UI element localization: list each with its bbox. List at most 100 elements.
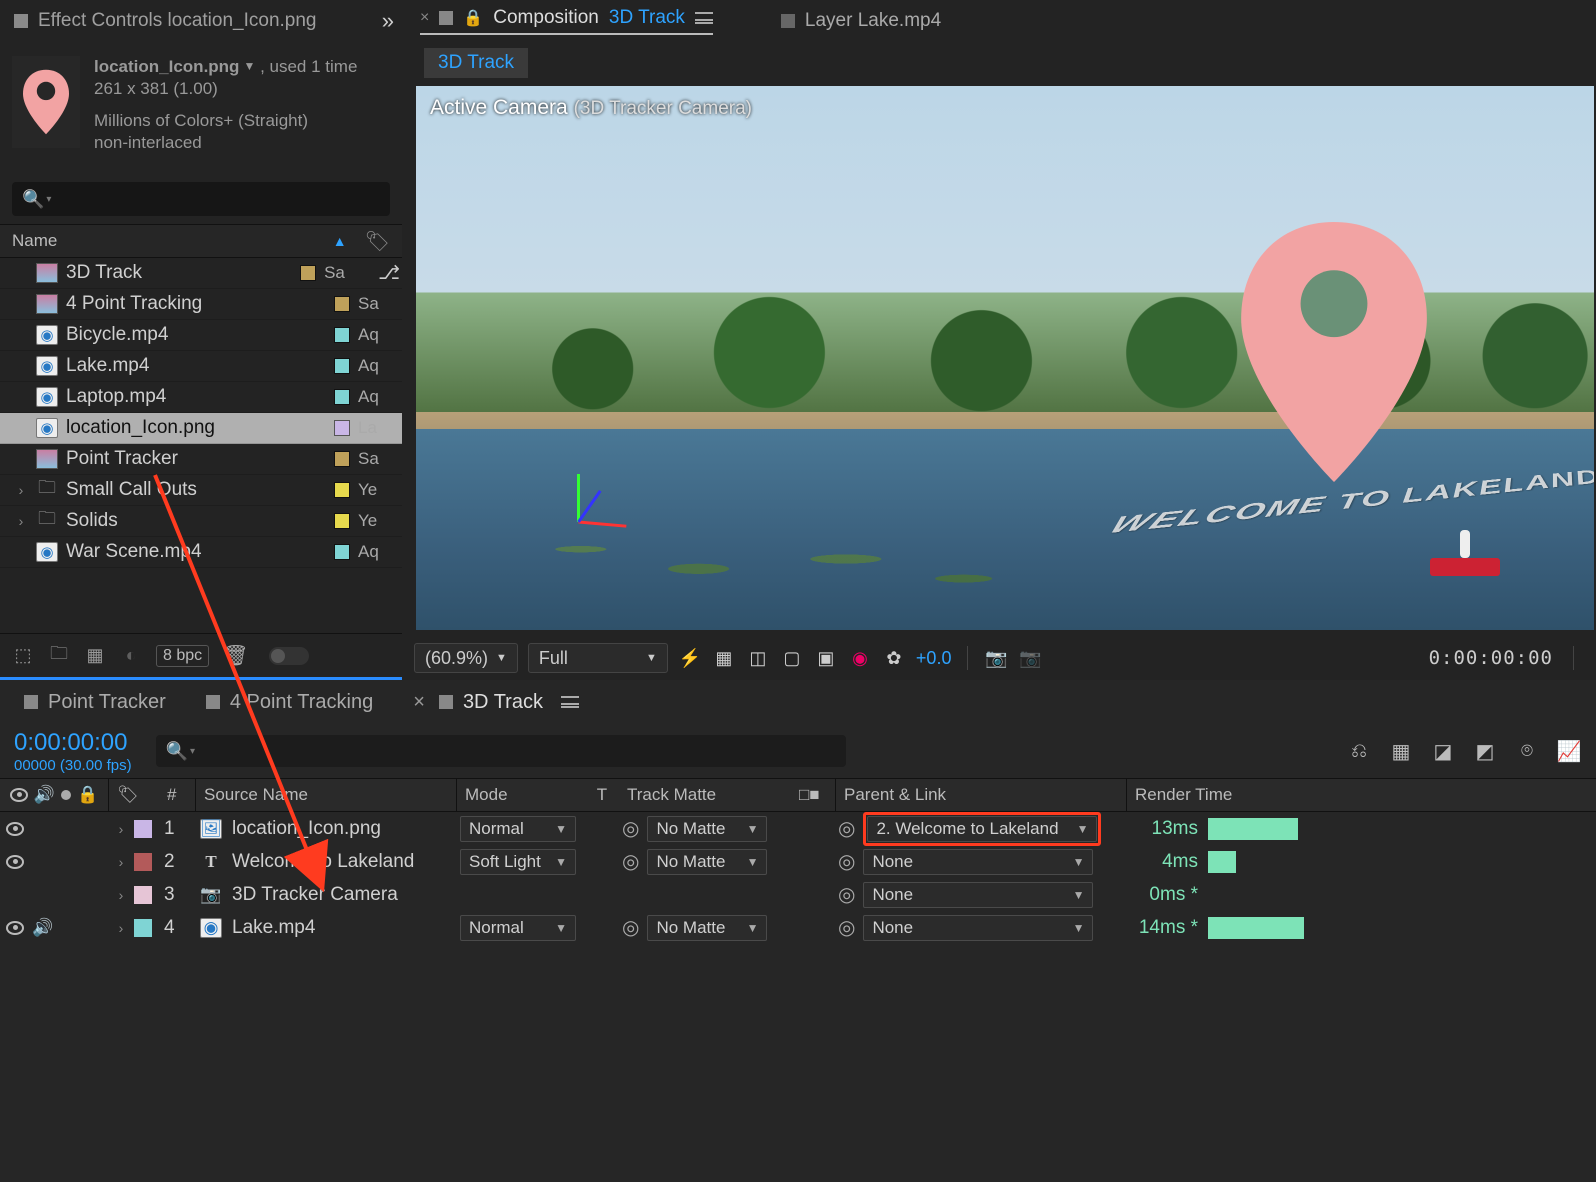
- exposure-value[interactable]: +0.0: [916, 648, 952, 669]
- 3d-axis-gizmo[interactable]: [557, 462, 627, 532]
- pickwhip-icon[interactable]: ◎: [622, 849, 639, 874]
- search-dropdown-icon[interactable]: ▾: [46, 194, 51, 205]
- parent-pickwhip-icon[interactable]: ◎: [838, 882, 855, 907]
- shy-layers-icon[interactable]: ◪: [1430, 739, 1456, 763]
- project-list-header[interactable]: Name ▲ 🏷: [0, 224, 402, 258]
- toggle-transparency-icon[interactable]: ⚡: [678, 647, 702, 669]
- expand-icon[interactable]: ›: [14, 513, 28, 529]
- label-color-swatch[interactable]: [334, 451, 350, 467]
- index-header[interactable]: #: [159, 785, 195, 805]
- project-item[interactable]: 3D TrackSa⎇: [0, 258, 402, 289]
- layer-row[interactable]: 🔊›4◉Lake.mp4Normal▼◎No Matte▼◎None▼14ms …: [0, 911, 1596, 944]
- twirl-icon[interactable]: ›: [114, 920, 128, 936]
- pickwhip-icon[interactable]: ◎: [622, 915, 639, 940]
- asset-name-dropdown-icon[interactable]: ▼: [243, 59, 255, 75]
- layer-row[interactable]: ›3📷3D Tracker Camera◎None▼0ms *: [0, 878, 1596, 911]
- search-dropdown-icon[interactable]: ▾: [190, 746, 195, 757]
- parent-pickwhip-icon[interactable]: ◎: [838, 915, 855, 940]
- av-header[interactable]: 🔊 🔒: [0, 785, 108, 805]
- zoom-select[interactable]: (60.9%)▼: [414, 643, 518, 673]
- preserve-transparency-header[interactable]: T: [585, 785, 619, 805]
- audio-toggle[interactable]: 🔊: [32, 918, 53, 938]
- trash-icon[interactable]: 🗑: [223, 643, 248, 668]
- twirl-icon[interactable]: ›: [114, 854, 128, 870]
- label-color-swatch[interactable]: [334, 389, 350, 405]
- timeline-search-input[interactable]: 🔍▾: [156, 735, 846, 767]
- project-item[interactable]: ◉Lake.mp4Aq: [0, 351, 402, 382]
- visibility-toggle[interactable]: [6, 855, 24, 869]
- project-item[interactable]: 4 Point TrackingSa: [0, 289, 402, 320]
- new-comp-icon[interactable]: ▦: [84, 646, 106, 666]
- project-search-input[interactable]: 🔍▾: [12, 182, 390, 216]
- project-item[interactable]: ◉War Scene.mp4Aq: [0, 537, 402, 568]
- flowchart-comp-button[interactable]: 3D Track: [424, 48, 528, 78]
- label-header[interactable]: 🏷: [109, 785, 159, 805]
- toggle-switch[interactable]: [269, 647, 309, 665]
- visibility-toggle[interactable]: [6, 921, 24, 935]
- label-color-swatch[interactable]: [334, 513, 350, 529]
- layer-label-color[interactable]: [134, 886, 152, 904]
- sort-direction-icon[interactable]: ▲: [333, 233, 347, 249]
- name-column-header[interactable]: Name: [12, 231, 57, 251]
- title-safe-icon[interactable]: ▣: [814, 647, 838, 669]
- show-snapshot-icon[interactable]: 📷: [1018, 647, 1042, 669]
- expand-icon[interactable]: ›: [14, 482, 28, 498]
- preview-timecode[interactable]: 0:00:00:00: [1429, 647, 1553, 669]
- twirl-icon[interactable]: ›: [114, 821, 128, 837]
- label-color-swatch[interactable]: [334, 482, 350, 498]
- project-item[interactable]: ◉Laptop.mp4Aq: [0, 382, 402, 413]
- label-color-swatch[interactable]: [334, 544, 350, 560]
- timeline-tab[interactable]: ×3D Track: [413, 691, 579, 714]
- draft-3d-icon[interactable]: ▦: [1388, 739, 1414, 763]
- visibility-toggle[interactable]: [6, 822, 24, 836]
- flowchart-icon[interactable]: ⎇: [378, 262, 400, 285]
- timeline-tab[interactable]: Point Tracker: [24, 691, 166, 714]
- region-of-interest-icon[interactable]: ◫: [746, 647, 770, 669]
- render-time-header[interactable]: Render Time: [1127, 785, 1596, 805]
- location-pin-layer[interactable]: [1239, 222, 1429, 482]
- pickwhip-icon[interactable]: ◎: [622, 816, 639, 841]
- parent-pickwhip-icon[interactable]: ◎: [838, 816, 855, 841]
- track-matte-select[interactable]: No Matte▼: [647, 849, 767, 875]
- close-icon[interactable]: ×: [420, 9, 429, 27]
- layer-row[interactable]: ›2TWelcome to LakelandSoft Light▼◎No Mat…: [0, 845, 1596, 878]
- layer-label-color[interactable]: [134, 919, 152, 937]
- blend-mode-select[interactable]: Soft Light▼: [460, 849, 576, 875]
- track-matte-select[interactable]: No Matte▼: [647, 915, 767, 941]
- parent-select[interactable]: None▼: [863, 882, 1093, 908]
- interpret-footage-icon[interactable]: ⬚: [12, 646, 34, 666]
- toggles-header[interactable]: □■: [791, 785, 835, 805]
- tag-column-icon[interactable]: 🏷: [365, 229, 390, 254]
- blend-mode-select[interactable]: Normal▼: [460, 915, 576, 941]
- composition-tab[interactable]: × 🔒 Composition 3D Track: [420, 7, 713, 35]
- channel-icon[interactable]: ◉: [848, 647, 872, 669]
- toggle-mask-icon[interactable]: ▦: [712, 647, 736, 669]
- layer-row[interactable]: ›1🖼location_Icon.pngNormal▼◎No Matte▼◎2.…: [0, 812, 1596, 845]
- blend-mode-select[interactable]: Normal▼: [460, 816, 576, 842]
- twirl-icon[interactable]: ›: [114, 887, 128, 903]
- asset-name[interactable]: location_Icon.png ▼: [94, 56, 255, 78]
- project-item[interactable]: ›🗀Small Call OutsYe: [0, 475, 402, 506]
- project-item[interactable]: ◉Bicycle.mp4Aq: [0, 320, 402, 351]
- layer-label-color[interactable]: [134, 820, 152, 838]
- graph-editor-icon[interactable]: 📈: [1556, 739, 1582, 763]
- composition-viewer[interactable]: Active Camera (3D Tracker Camera) WELCOM…: [416, 86, 1594, 630]
- track-matte-select[interactable]: No Matte▼: [647, 816, 767, 842]
- snapshot-icon[interactable]: 📷: [984, 647, 1008, 669]
- panel-menu-icon[interactable]: [695, 12, 713, 24]
- parent-select[interactable]: 2. Welcome to Lakeland▼: [867, 816, 1097, 842]
- grid-guides-icon[interactable]: ▢: [780, 647, 804, 669]
- label-color-swatch[interactable]: [334, 327, 350, 343]
- timeline-tab[interactable]: 4 Point Tracking: [206, 691, 373, 714]
- layer-tab[interactable]: Layer Lake.mp4: [781, 10, 941, 32]
- parent-select[interactable]: None▼: [863, 915, 1093, 941]
- project-bit-depth[interactable]: 8 bpc: [156, 645, 209, 667]
- new-folder-icon[interactable]: 🗀: [48, 646, 70, 666]
- project-item[interactable]: Point TrackerSa: [0, 444, 402, 475]
- resolution-select[interactable]: Full▼: [528, 643, 668, 673]
- project-item[interactable]: ›🗀SolidsYe: [0, 506, 402, 537]
- track-matte-header[interactable]: Track Matte: [619, 785, 791, 805]
- project-settings-icon[interactable]: ◐: [120, 646, 142, 666]
- comp-flowchart-icon[interactable]: ⎌: [1346, 739, 1372, 763]
- layer-label-color[interactable]: [134, 853, 152, 871]
